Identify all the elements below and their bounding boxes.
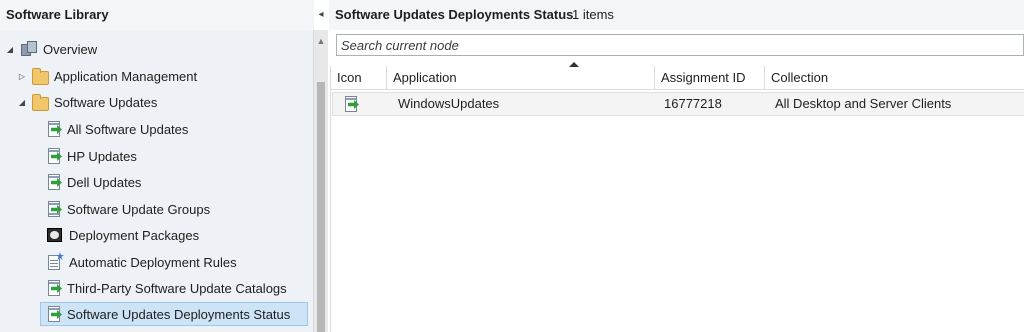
navigation-pane: Software Library ◢ Overview ▷ Applicatio…	[0, 0, 314, 332]
expanded-arrow-icon[interactable]: ◢	[16, 98, 28, 107]
software-update-icon	[46, 305, 62, 323]
nav-header: Software Library	[0, 0, 314, 30]
software-update-icon	[46, 279, 62, 297]
column-header-collection[interactable]: Collection	[765, 66, 1024, 90]
tree-item-all-software-updates[interactable]: All Software Updates	[46, 117, 188, 141]
tree-item-dell-updates[interactable]: Dell Updates	[46, 170, 141, 194]
column-header-label: Application	[393, 70, 457, 85]
search-box[interactable]	[336, 34, 1024, 56]
cell-assignment-id: 16777218	[664, 96, 722, 111]
cell-collection: All Desktop and Server Clients	[775, 96, 952, 111]
tree-item-deployment-packages[interactable]: Deployment Packages	[46, 223, 199, 247]
column-header-assignment-id[interactable]: Assignment ID	[655, 66, 765, 90]
deployment-package-icon	[46, 226, 64, 244]
tree-item-label: Software Updates	[54, 94, 158, 110]
results-grid: Icon Application Assignment ID Collectio…	[330, 62, 1024, 332]
nav-title: Software Library	[6, 7, 109, 22]
folder-icon	[32, 94, 49, 111]
column-header-icon[interactable]: Icon	[331, 66, 387, 90]
collapsed-arrow-icon[interactable]: ▷	[16, 72, 28, 81]
software-update-icon	[46, 173, 62, 191]
tree-item-label: Software Update Groups	[67, 201, 211, 217]
tree-item-software-update-groups[interactable]: Software Update Groups	[46, 197, 210, 221]
scrollbar-thumb[interactable]	[317, 82, 325, 332]
folder-icon	[32, 68, 49, 85]
software-update-icon	[46, 147, 62, 165]
tree-item-label: Third-Party Software Update Catalogs	[67, 280, 287, 296]
expanded-arrow-icon[interactable]: ◢	[4, 45, 16, 54]
tree-item-software-updates[interactable]: ◢ Software Updates	[16, 90, 157, 114]
tree-item-label: Software Updates Deployments Status	[67, 306, 291, 322]
software-update-deployment-icon	[343, 95, 359, 113]
tree-item-label: Deployment Packages	[69, 227, 200, 243]
scroll-up-icon[interactable]: ▲	[316, 36, 326, 46]
tree-item-label: Overview	[43, 41, 98, 57]
tree-item-label: Automatic Deployment Rules	[69, 254, 237, 270]
software-update-icon	[46, 120, 62, 138]
tree-item-application-management[interactable]: ▷ Application Management	[16, 64, 197, 88]
content-title: Software Updates Deployments Status	[335, 7, 574, 22]
item-count: 1 items	[572, 7, 614, 22]
sort-ascending-icon	[569, 62, 579, 67]
search-input[interactable]	[337, 35, 1023, 55]
software-update-group-icon	[46, 200, 62, 218]
tree-item-label: HP Updates	[67, 148, 137, 164]
tree-item-label: Dell Updates	[67, 174, 142, 190]
table-row[interactable]: WindowsUpdates 16777218 All Desktop and …	[332, 92, 1024, 116]
overview-icon	[20, 40, 38, 58]
nav-scrollbar[interactable]: ▲	[314, 30, 328, 332]
content-header: Software Updates Deployments Status 1 it…	[329, 0, 1024, 30]
tree-item-label: Application Management	[54, 68, 198, 84]
tree-item-automatic-deployment-rules[interactable]: Automatic Deployment Rules	[46, 250, 237, 274]
grid-header: Icon Application Assignment ID Collectio…	[331, 62, 1024, 90]
column-header-application[interactable]: Application	[387, 62, 655, 90]
tree-item-overview[interactable]: ◢ Overview	[4, 37, 97, 61]
tree-item-label: All Software Updates	[67, 121, 189, 137]
tree-item-hp-updates[interactable]: HP Updates	[46, 144, 137, 168]
collapse-pane-button[interactable]: ◂	[314, 6, 328, 24]
cell-application: WindowsUpdates	[398, 96, 500, 111]
tree-item-third-party-catalogs[interactable]: Third-Party Software Update Catalogs	[46, 276, 287, 300]
tree-item-deployments-status[interactable]: Software Updates Deployments Status	[40, 302, 308, 326]
deployment-rules-icon	[46, 252, 64, 271]
content-pane: Software Updates Deployments Status 1 it…	[329, 0, 1024, 332]
